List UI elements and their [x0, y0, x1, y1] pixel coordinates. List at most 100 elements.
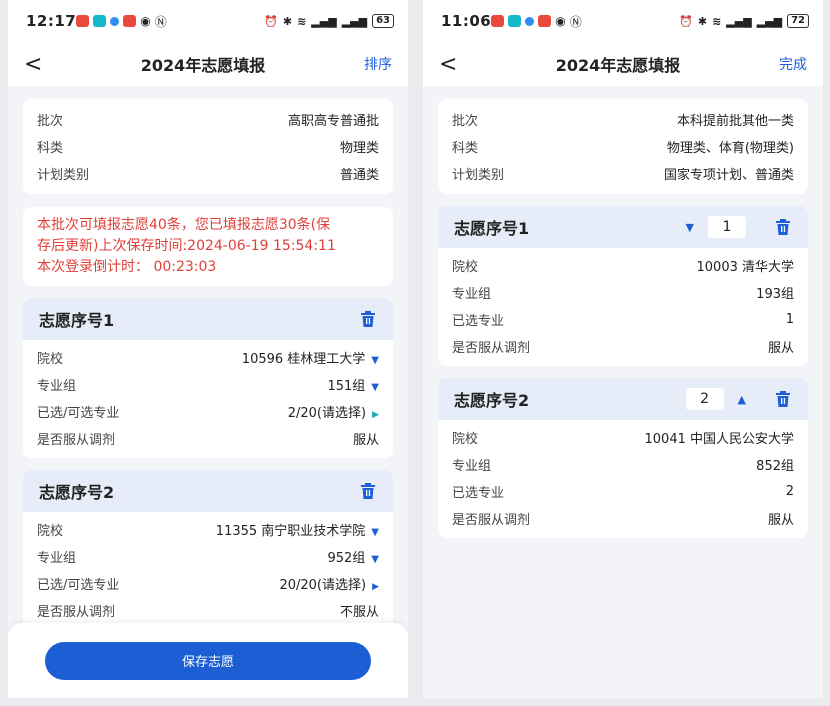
- order-controls: ▼ 1: [686, 216, 792, 238]
- major-select[interactable]: 20/20(请选择) ▶: [279, 574, 379, 593]
- notice-line: 本次登录倒计时： 00:23:03: [37, 259, 217, 275]
- app-notification-icon: [525, 16, 535, 26]
- trash-icon[interactable]: [774, 218, 792, 236]
- wifi-icon: ≋: [712, 14, 722, 28]
- notification-icons: ◉ Ⓝ: [491, 13, 582, 30]
- caret-down-icon: ▼: [371, 355, 379, 366]
- info-label: 计划类别: [452, 168, 505, 183]
- adjust-row: 是否服从调剂 服从: [37, 425, 379, 452]
- volunteer-card-2: 志愿序号2 院校 11355 南宁职业技术学院 ▼ 专业组 952组 ▼ 已选/可选…: [23, 470, 393, 630]
- info-value: 本科提前批其他一类: [676, 114, 794, 129]
- major-label: 已选专业: [452, 314, 505, 329]
- school-select[interactable]: 11355 南宁职业技术学院 ▼: [216, 520, 379, 539]
- school-label: 院校: [37, 524, 64, 539]
- arrow-right-icon: ▶: [372, 410, 379, 420]
- system-icons: ⏰ ✱ ≋ ▂▄▆ ▂▄▆ 72: [679, 14, 809, 28]
- caret-down-icon: ▼: [371, 382, 379, 393]
- adjust-label: 是否服从调剂: [452, 513, 531, 528]
- save-volunteers-button[interactable]: 保存志愿: [45, 641, 371, 680]
- app-notification-icon: [93, 15, 107, 27]
- volunteer-title: 志愿序号1: [454, 219, 530, 238]
- group-select[interactable]: 151组 ▼: [327, 375, 379, 394]
- group-label: 专业组: [452, 287, 492, 302]
- group-row: 专业组 193组: [452, 279, 794, 306]
- info-value: 高职高专普通批: [287, 114, 379, 129]
- volunteer-card-header: 志愿序号2: [23, 470, 393, 512]
- trash-icon[interactable]: [359, 310, 377, 328]
- group-value: 193组: [756, 287, 794, 302]
- status-time: 11:06: [441, 12, 492, 30]
- caret-up-icon[interactable]: ▲: [738, 393, 746, 406]
- nfc-icon: Ⓝ: [154, 14, 167, 29]
- left-phone-screen: 12:17 ◉ Ⓝ ⏰ ✱ ≋ ▂▄▆ ▂▄▆ 63 < 2024年志愿填报 排…: [8, 0, 408, 698]
- adjust-value: 服从: [767, 341, 794, 356]
- adjust-value: 服从: [767, 513, 794, 528]
- bluetooth-icon: ✱: [697, 14, 708, 28]
- order-input[interactable]: 2: [685, 388, 724, 410]
- group-row[interactable]: 专业组 952组 ▼: [37, 543, 379, 570]
- info-value: 国家专项计划、普通类: [663, 168, 794, 183]
- major-row[interactable]: 已选/可选专业 20/20(请选择) ▶: [37, 570, 379, 597]
- group-select[interactable]: 952组 ▼: [327, 547, 379, 566]
- major-row: 已选专业 2: [452, 478, 794, 505]
- info-row: 计划类别 普通类: [37, 160, 379, 187]
- school-row[interactable]: 院校 10596 桂林理工大学 ▼: [37, 344, 379, 371]
- info-value: 普通类: [339, 168, 379, 183]
- adjust-value[interactable]: 不服从: [340, 601, 379, 620]
- arrow-right-icon: ▶: [372, 582, 379, 592]
- battery-icon: 63: [372, 14, 394, 28]
- school-select[interactable]: 10596 桂林理工大学 ▼: [242, 348, 379, 367]
- nfc-icon: Ⓝ: [569, 14, 582, 29]
- adjust-label: 是否服从调剂: [37, 433, 116, 448]
- school-row: 院校 10041 中国人民公安大学: [452, 424, 794, 451]
- trash-icon[interactable]: [774, 390, 792, 408]
- group-value: 151组: [327, 379, 366, 394]
- right-phone-screen: 11:06 ◉ Ⓝ ⏰ ✱ ≋ ▂▄▆ ▂▄▆ 72 < 2024年志愿填报 完…: [423, 0, 823, 698]
- signal-icon: ▂▄▆: [341, 14, 368, 28]
- nav-bar: < 2024年志愿填报 完成: [423, 42, 823, 86]
- status-time: 12:17: [26, 12, 77, 30]
- order-controls: 2 ▲: [685, 388, 792, 410]
- major-label: 已选/可选专业: [37, 578, 120, 593]
- back-icon[interactable]: <: [24, 52, 54, 77]
- school-label: 院校: [452, 260, 479, 275]
- major-value: 2/20(请选择): [287, 406, 367, 421]
- status-bar: 12:17 ◉ Ⓝ ⏰ ✱ ≋ ▂▄▆ ▂▄▆ 63: [8, 0, 408, 42]
- info-label: 批次: [452, 114, 479, 129]
- back-icon[interactable]: <: [439, 52, 469, 77]
- sort-button[interactable]: 排序: [352, 54, 392, 74]
- major-value: 20/20(请选择): [279, 578, 367, 593]
- batch-info-card: 批次 本科提前批其他一类 科类 物理类、体育(物理类) 计划类别 国家专项计划、…: [438, 99, 808, 194]
- notice-line: 本批次可填报志愿40条，您已填报志愿30条(保: [37, 217, 331, 233]
- bottom-action-bar: 保存志愿: [8, 623, 408, 698]
- group-row: 专业组 852组: [452, 451, 794, 478]
- major-select[interactable]: 2/20(请选择) ▶: [288, 402, 379, 421]
- major-row[interactable]: 已选/可选专业 2/20(请选择) ▶: [37, 398, 379, 425]
- adjust-label: 是否服从调剂: [452, 341, 531, 356]
- volunteer-card-header: 志愿序号2 2 ▲: [438, 378, 808, 420]
- volunteer-card-1: 志愿序号1 院校 10596 桂林理工大学 ▼ 专业组 151组 ▼ 已选/可选专业…: [23, 298, 393, 458]
- school-value: 10003 清华大学: [696, 260, 795, 275]
- info-row: 计划类别 国家专项计划、普通类: [452, 160, 794, 187]
- done-button[interactable]: 完成: [767, 54, 807, 74]
- adjust-label: 是否服从调剂: [37, 605, 116, 620]
- adjust-value[interactable]: 服从: [353, 429, 379, 448]
- bluetooth-icon: ✱: [282, 14, 293, 28]
- info-value: 物理类、体育(物理类): [666, 141, 794, 156]
- school-label: 院校: [452, 432, 479, 447]
- major-value: 1: [785, 312, 794, 327]
- major-label: 已选/可选专业: [37, 406, 120, 421]
- group-value: 852组: [756, 459, 794, 474]
- group-row[interactable]: 专业组 151组 ▼: [37, 371, 379, 398]
- app-notification-icon: [538, 15, 552, 27]
- notice-card: 本批次可填报志愿40条，您已填报志愿30条(保 存后更新)上次保存时间:2024…: [23, 207, 393, 286]
- caret-down-icon[interactable]: ▼: [686, 221, 694, 234]
- info-row: 科类 物理类、体育(物理类): [452, 133, 794, 160]
- group-label: 专业组: [37, 551, 77, 566]
- trash-icon[interactable]: [359, 482, 377, 500]
- alarm-icon: ⏰: [264, 14, 278, 28]
- school-row[interactable]: 院校 11355 南宁职业技术学院 ▼: [37, 516, 379, 543]
- order-input[interactable]: 1: [708, 216, 746, 238]
- adjust-row: 是否服从调剂 服从: [452, 333, 794, 360]
- school-value: 10596 桂林理工大学: [241, 352, 366, 367]
